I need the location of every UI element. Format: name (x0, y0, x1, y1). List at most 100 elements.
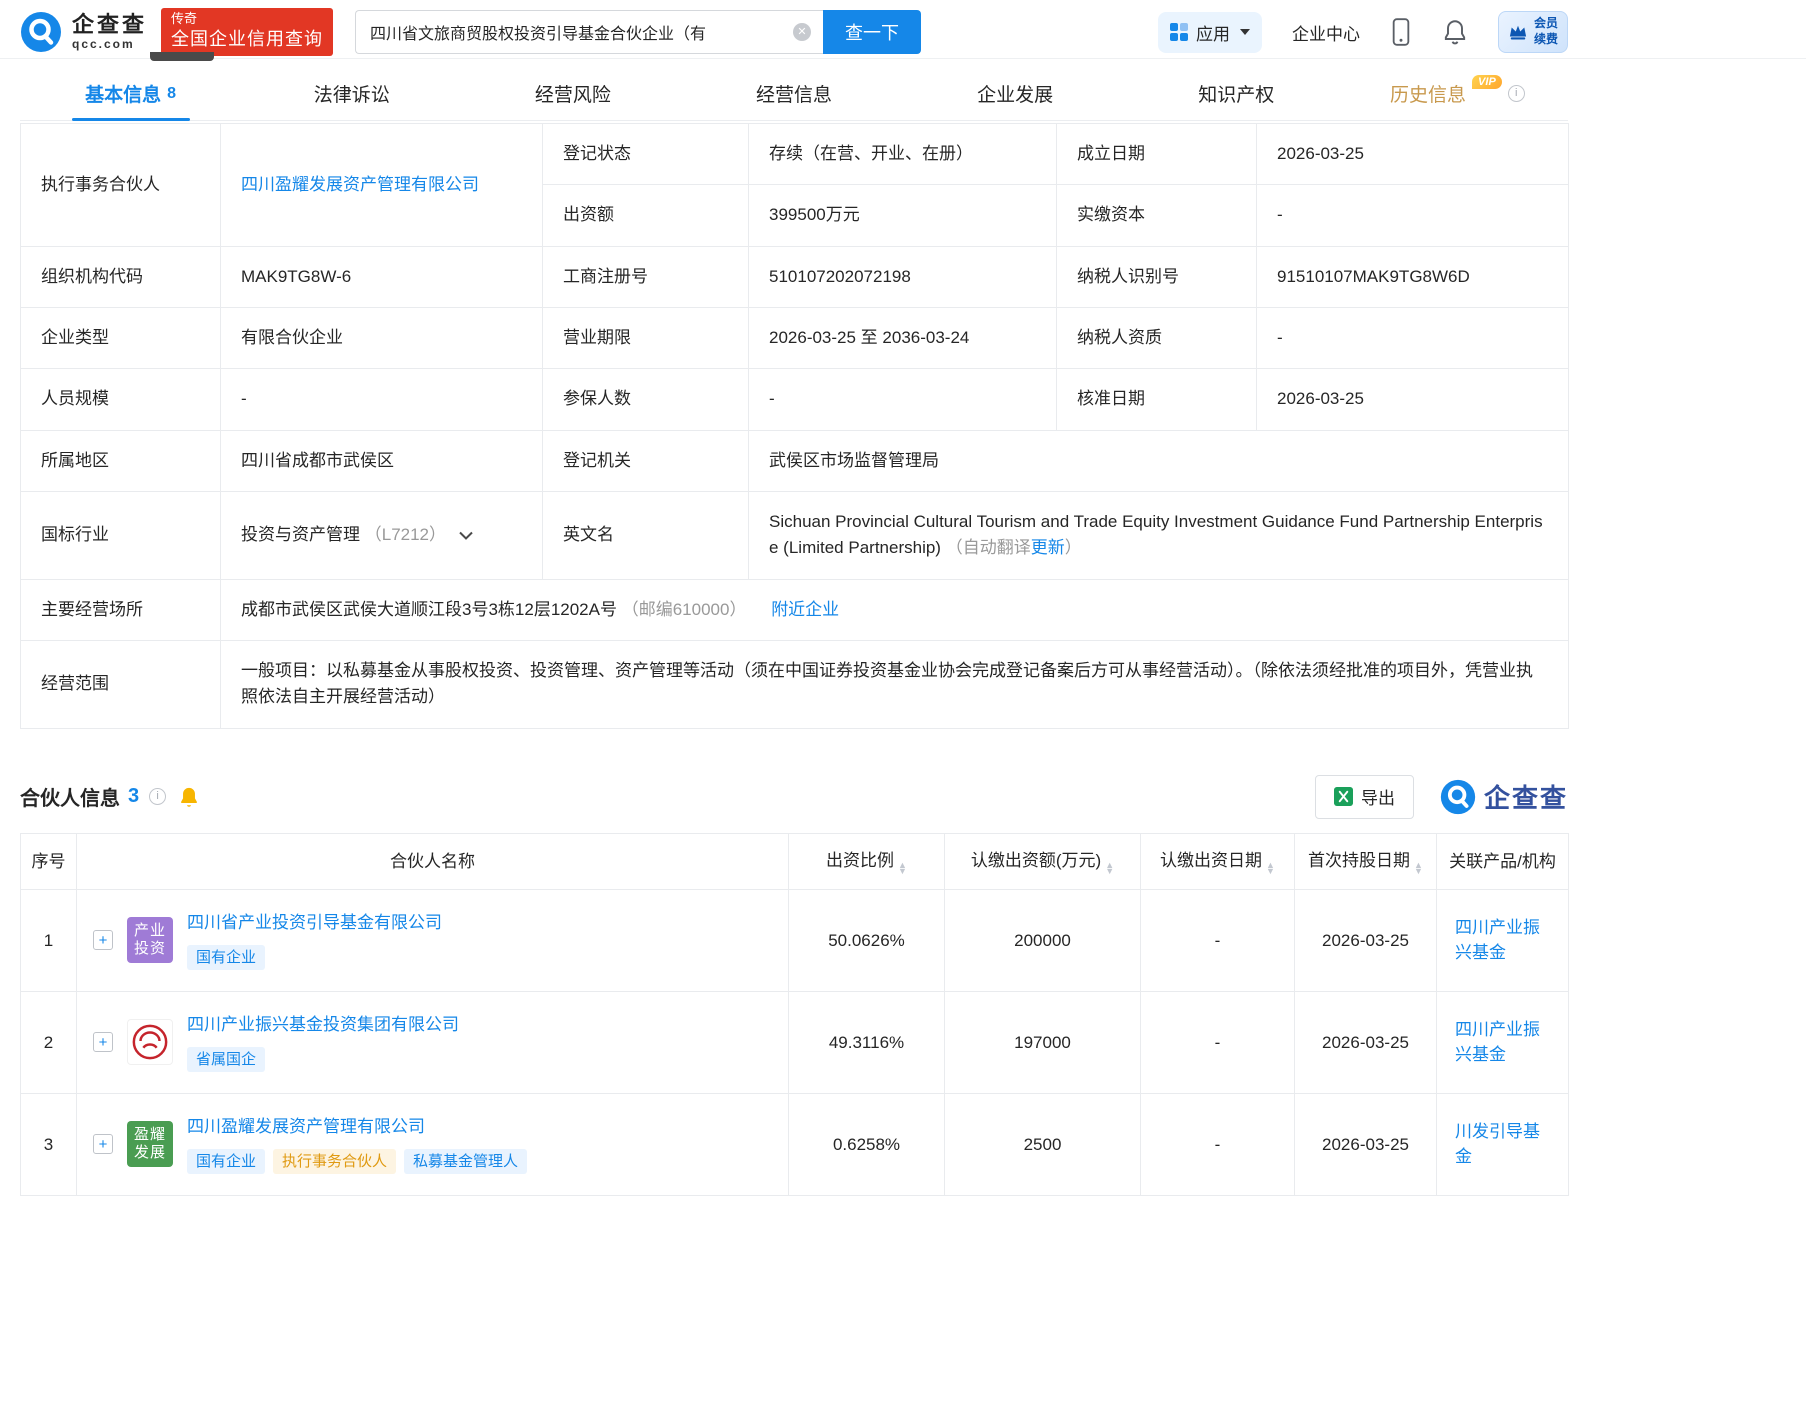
english-name-text: Sichuan Provincial Cultural Tourism and … (769, 512, 1543, 558)
related-fund-link[interactable]: 四川产业振兴基金 (1455, 915, 1550, 966)
clear-search-icon[interactable]: ✕ (793, 23, 812, 41)
tab-history[interactable]: 历史信息 VIP i (1347, 67, 1568, 120)
partner-name-link[interactable]: 四川产业振兴基金投资集团有限公司 (187, 1012, 459, 1038)
header-nav: 应用 企业中心 会员 续费 (1157, 11, 1568, 53)
tab-legal[interactable]: 法律诉讼 (241, 67, 462, 120)
label-insured-count: 参保人数 (542, 368, 749, 431)
partners-section-header: 合伙人信息 3 i 导出 企查查 (20, 774, 1568, 819)
qcc-logo[interactable]: 企查查 qcc.com (20, 11, 147, 53)
partner-index: 3 (20, 1092, 77, 1196)
tab-operating-risk[interactable]: 经营风险 (462, 67, 683, 120)
related-fund-link[interactable]: 川发引导基金 (1455, 1119, 1550, 1170)
qcc-watermark-icon (1440, 779, 1476, 814)
partner-ratio: 0.6258% (788, 1092, 945, 1196)
col-pay-date[interactable]: 认缴出资日期 ▲ ▼ (1140, 832, 1295, 890)
brand-domain: qcc.com (72, 37, 135, 52)
value-english-name: Sichuan Provincial Cultural Tourism and … (748, 491, 1569, 580)
expand-row-button[interactable]: + (93, 1134, 113, 1155)
label-approval-date: 核准日期 (1056, 368, 1257, 431)
partners-title: 合伙人信息 (20, 788, 120, 811)
chevron-down-icon (1239, 29, 1250, 35)
partner-name-link[interactable]: 四川省产业投资引导基金有限公司 (187, 910, 442, 936)
expand-row-button[interactable]: + (93, 930, 113, 951)
search-bar: ✕ 查一下 (355, 10, 922, 54)
tab-basic-label: 基本信息 (85, 85, 162, 106)
partners-subscribe-bell-icon[interactable] (178, 785, 200, 809)
expand-row-button[interactable]: + (93, 1032, 113, 1053)
value-approval-date: 2026-03-25 (1256, 368, 1569, 431)
brand-text: 企查查 qcc.com (72, 12, 147, 52)
tab-operation-label: 经营信息 (755, 85, 832, 106)
label-registration-status: 登记状态 (542, 122, 749, 186)
nearby-companies-link[interactable]: 附近企业 (771, 600, 839, 619)
info-icon[interactable]: i (1507, 85, 1525, 102)
label-staff-size: 人员规模 (20, 368, 221, 431)
label-address: 主要经营场所 (20, 578, 221, 642)
partner-first-date: 2026-03-25 (1294, 990, 1437, 1094)
label-contribution: 出资额 (542, 184, 749, 247)
value-staff-size: - (220, 368, 543, 431)
partner-logo-text: 投资 (133, 940, 166, 958)
tab-basic-info[interactable]: 基本信息 8 (20, 67, 241, 120)
enterprise-center-link[interactable]: 企业中心 (1292, 20, 1360, 45)
tab-intellectual-property[interactable]: 知识产权 (1126, 67, 1347, 120)
partner-first-date: 2026-03-25 (1294, 1092, 1437, 1196)
col-first-date[interactable]: 首次持股日期 ▲ ▼ (1294, 832, 1437, 890)
partners-info-icon[interactable]: i (149, 788, 167, 806)
partners-header-row: 序号 合伙人名称 出资比例 ▲ ▼ 认缴出资额(万元) ▲ ▼ 认缴出资日期 ▲ ▼ 首次持… (20, 832, 1569, 890)
sort-icon[interactable]: ▲ ▼ (1266, 861, 1275, 875)
label-business-scope: 经营范围 (20, 640, 221, 729)
search-input[interactable] (355, 10, 824, 54)
label-company-type: 企业类型 (20, 307, 221, 370)
sort-icon[interactable]: ▲ ▼ (898, 861, 907, 875)
mobile-app-icon[interactable] (1390, 17, 1412, 47)
promo-badge[interactable]: 传奇 全国企业信用查询 (161, 7, 334, 57)
col-amount-label: 认缴出资额(万元) (970, 851, 1102, 871)
partners-count: 3 (128, 785, 140, 808)
state-owned-badge: 国有企业 (187, 1148, 266, 1175)
value-address: 成都市武侯区武侯大道顺江段3号3栋12层1202A号 （邮编610000） 附近… (220, 578, 1569, 642)
export-button[interactable]: 导出 (1314, 774, 1414, 819)
qcc-company-page: 企查查 qcc.com 传奇 全国企业信用查询 ✕ 查一下 应用 企业中心 (0, 0, 1806, 1196)
label-region: 所属地区 (20, 429, 221, 493)
promo-line2: 全国企业信用查询 (171, 28, 324, 49)
label-executive-partner: 执行事务合伙人 (20, 123, 221, 247)
address-text: 成都市武侯区武侯大道顺江段3号3栋12层1202A号 (241, 599, 617, 619)
value-establish-date: 2026-03-25 (1256, 122, 1569, 186)
tab-ip-label: 知识产权 (1198, 85, 1275, 106)
industry-expand-chevron-icon[interactable] (459, 522, 473, 548)
apps-label: 应用 (1195, 24, 1230, 44)
apps-menu-button[interactable]: 应用 (1157, 11, 1262, 53)
sort-icon[interactable]: ▲ ▼ (1105, 861, 1114, 875)
partner-logo[interactable]: 盈耀 发展 (127, 1121, 173, 1168)
industry-text: 投资与资产管理 (241, 525, 360, 545)
value-taxpayer-quality: - (1256, 307, 1569, 370)
executive-partner-badge: 执行事务合伙人 (273, 1148, 397, 1175)
partner-name-link[interactable]: 四川盈耀发展资产管理有限公司 (187, 1114, 425, 1140)
executive-partner-link[interactable]: 四川盈耀发展资产管理有限公司 (241, 175, 479, 194)
col-index: 序号 (20, 832, 77, 890)
partner-logo[interactable]: 产业 投资 (127, 917, 173, 964)
member-renew-badge[interactable]: 会员 续费 (1497, 11, 1568, 53)
partner-first-date: 2026-03-25 (1294, 888, 1437, 992)
col-amount[interactable]: 认缴出资额(万元) ▲ ▼ (944, 832, 1141, 890)
value-registration-status: 存续（在营、开业、在册） (748, 122, 1057, 186)
col-ratio[interactable]: 出资比例 ▲ ▼ (788, 832, 945, 890)
label-org-code: 组织机构代码 (20, 245, 221, 309)
tab-operating-info[interactable]: 经营信息 (683, 67, 904, 120)
partner-logo[interactable] (127, 1019, 173, 1066)
col-ratio-label: 出资比例 (826, 851, 895, 871)
partner-pay-date: - (1140, 888, 1295, 992)
value-insured-count: - (748, 368, 1057, 431)
tab-risk-label: 经营风险 (534, 85, 611, 106)
partner-row: 2 + 四川产业振兴基金投资集团有限公司 省属国企 49.3116% 19700… (20, 990, 1569, 1094)
related-fund-link[interactable]: 四川产业振兴基金 (1455, 1017, 1550, 1068)
tab-history-label: 历史信息 (1390, 85, 1467, 106)
notification-bell-icon[interactable] (1442, 18, 1468, 46)
promo-line1: 传奇 (171, 10, 198, 26)
sort-icon[interactable]: ▲ ▼ (1414, 861, 1423, 875)
search-button[interactable]: 查一下 (823, 10, 922, 54)
tab-development[interactable]: 企业发展 (905, 67, 1126, 120)
translate-update-link[interactable]: 更新 (1031, 538, 1065, 557)
partners-table: 序号 合伙人名称 出资比例 ▲ ▼ 认缴出资额(万元) ▲ ▼ 认缴出资日期 ▲ ▼ 首次持… (20, 832, 1569, 1196)
